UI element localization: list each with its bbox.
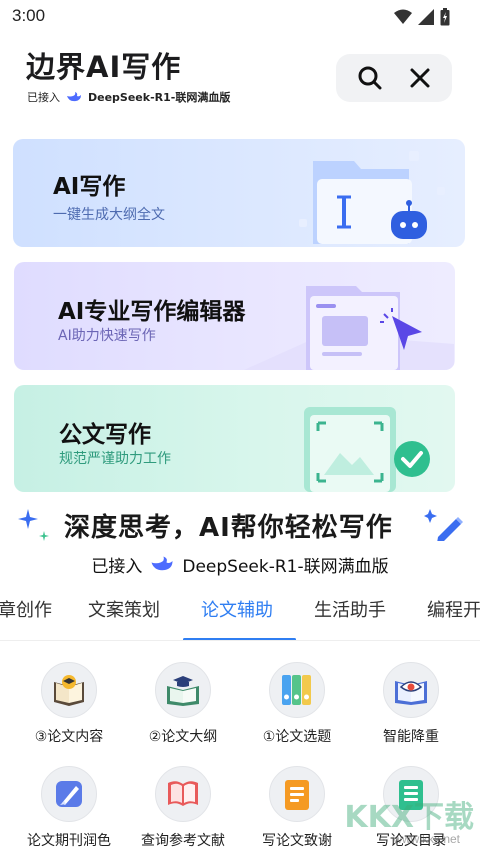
watermark-brand: KKX下载 <box>344 800 474 835</box>
tabs-divider <box>0 640 480 641</box>
status-time: 3:00 <box>12 6 46 25</box>
header-model-line: 已接入 DeepSeek-R1-联网满血版 <box>27 89 230 105</box>
tab-thesis[interactable]: 论文辅助 <box>201 596 273 622</box>
brush-icon <box>56 781 82 807</box>
tool-label: 写论文致谢 <box>262 833 332 849</box>
folder-robot-illustration <box>299 151 445 244</box>
slogan-sub-model: DeepSeek-R1-联网满血版 <box>182 556 389 577</box>
tool-icon-wrap <box>155 766 211 822</box>
tab-copywriting[interactable]: 文案策划 <box>88 596 160 622</box>
slogan-model-line: 已接入 DeepSeek-R1-联网满血版 <box>0 550 480 578</box>
tab-coding[interactable]: 编程开 <box>427 596 480 622</box>
header-sub-model: DeepSeek-R1-联网满血版 <box>88 91 231 104</box>
document-cursor-illustration <box>244 286 454 370</box>
tool-icon-wrap <box>41 766 97 822</box>
slogan-sub-prefix: 已接入 <box>91 556 143 577</box>
book-graduation-icon <box>54 675 84 706</box>
sparkle-icon <box>18 509 49 541</box>
tool-label: ②论文大纲 <box>148 729 218 745</box>
kkx-watermark: KKX下载 www.kkx.net <box>338 790 478 850</box>
book-cap-icon <box>167 676 199 706</box>
deepseek-whale-icon <box>151 556 173 571</box>
card-desc: 一键生成大纲全文 <box>53 207 165 223</box>
tool-icon-wrap <box>383 662 439 718</box>
tool-thesis-content[interactable]: ③论文内容 <box>14 662 124 746</box>
tool-icon-wrap <box>41 662 97 718</box>
tool-icon-wrap <box>269 662 325 718</box>
card-title: AI专业写作编辑器 <box>58 299 246 325</box>
eye-book-icon <box>395 681 427 705</box>
image-check-illustration <box>304 407 430 492</box>
tab-article[interactable]: 章创作 <box>0 596 52 622</box>
notepad-icon <box>285 780 309 810</box>
tool-label: ①论文选题 <box>262 729 332 745</box>
status-bar: 3:00 <box>0 0 480 32</box>
tool-acknowledgement[interactable]: 写论文致谢 <box>242 766 352 850</box>
slogan-banner: 深度思考，AI帮你轻松写作 <box>0 503 480 547</box>
binders-icon <box>282 675 311 705</box>
tab-life[interactable]: 生活助手 <box>314 596 386 622</box>
tool-label: 查询参考文献 <box>141 833 225 849</box>
card-title: AI写作 <box>53 174 126 200</box>
battery-icon <box>440 8 450 26</box>
wifi-icon <box>394 9 412 24</box>
tool-references[interactable]: 查询参考文献 <box>128 766 238 850</box>
card-title: 公文写作 <box>59 422 151 448</box>
category-tabs: 章创作 文案策划 论文辅助 生活助手 编程开 <box>0 586 480 640</box>
tool-label: ③论文内容 <box>34 729 104 745</box>
watermark-url: www.kkx.net <box>393 832 460 846</box>
header-sub-prefix: 已接入 <box>27 91 60 104</box>
app-title: 边界AI写作 <box>26 50 182 84</box>
tool-label: 论文期刊润色 <box>27 833 111 849</box>
tool-thesis-outline[interactable]: ②论文大纲 <box>128 662 238 746</box>
tool-dedupe[interactable]: 智能降重 <box>356 662 466 746</box>
deepseek-whale-icon <box>67 92 81 102</box>
card-desc: AI助力快速写作 <box>58 328 156 344</box>
card-official-writing[interactable]: 公文写作 规范严谨助力工作 <box>14 385 455 492</box>
open-book-icon <box>168 781 198 806</box>
card-ai-writing[interactable]: AI写作 一键生成大纲全文 <box>13 139 465 247</box>
card-ai-editor[interactable]: AI专业写作编辑器 AI助力快速写作 <box>14 262 455 370</box>
tool-icon-wrap <box>155 662 211 718</box>
close-icon[interactable] <box>409 67 431 89</box>
card-desc: 规范严谨助力工作 <box>59 451 171 467</box>
signal-icon <box>418 9 434 25</box>
header-action-capsule <box>336 54 452 102</box>
search-icon[interactable] <box>357 65 383 91</box>
slogan-text: 深度思考，AI帮你轻松写作 <box>64 513 393 543</box>
tool-journal-polish[interactable]: 论文期刊润色 <box>14 766 124 850</box>
tool-icon-wrap <box>269 766 325 822</box>
tool-label: 智能降重 <box>383 729 439 745</box>
pencil-sparkle-icon <box>424 509 463 541</box>
tool-thesis-topic[interactable]: ①论文选题 <box>242 662 352 746</box>
status-icons <box>394 8 450 26</box>
